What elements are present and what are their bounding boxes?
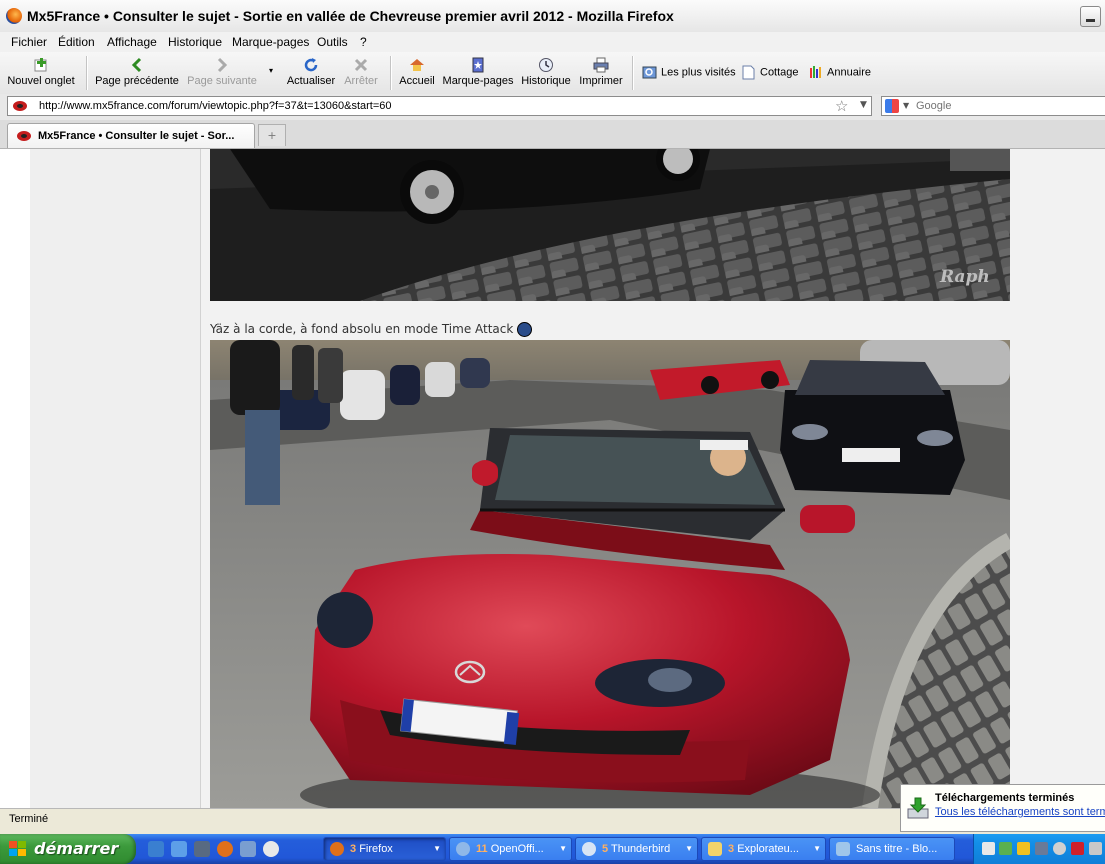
google-icon[interactable] [885,99,899,113]
security-shield-tray-icon[interactable] [1017,842,1030,855]
task-firefox[interactable]: 3 Firefox ▼ [323,837,446,861]
firefox-icon [330,842,344,856]
navigation-toolbar: Nouvel onglet Page précédente Page suiva… [0,52,1105,95]
search-input[interactable] [916,98,1096,114]
new-tab-plus-button[interactable]: + [258,124,286,146]
minimize-button[interactable] [1080,6,1101,27]
chevron-down-icon: ▼ [559,844,567,853]
firefox-quicklaunch-icon[interactable] [217,841,233,857]
stop-icon [353,57,369,73]
downloads-link[interactable]: Tous les téléchargements sont terminés [935,806,1105,818]
reload-icon [303,57,319,73]
downloads-title: Téléchargements terminés [935,792,1075,804]
bookmark-cottage[interactable]: Cottage [741,65,799,80]
download-icon [907,797,929,819]
tab-label: Mx5France • Consulter le sujet - Sor... [38,130,235,142]
menu-bar: Fichier Édition Affichage Historique Mar… [0,32,1105,52]
firefox-icon [6,8,22,24]
post-caption: Yäz à la corde, à fond absolu en mode Ti… [210,322,533,337]
post-photo-cobblestones: Raph [210,149,1010,301]
bookmark-most-visited[interactable]: Les plus visités [642,65,736,80]
media-player-quicklaunch-icon[interactable] [263,841,279,857]
notepad-icon [836,842,850,856]
back-button[interactable]: Page précédente [94,52,180,94]
tab-bar: Mx5France • Consulter le sujet - Sor... … [0,120,1105,149]
window-titlebar: Mx5France • Consulter le sujet - Sortie … [0,0,1105,33]
menu-outils[interactable]: Outils [317,35,348,49]
chevron-down-icon: ▼ [433,844,441,853]
folder-quicklaunch-icon[interactable] [240,841,256,857]
folder-search-icon [642,65,657,80]
bookmarks-button[interactable]: Marque-pages [441,52,515,94]
task-openoffice[interactable]: 11 OpenOffi... ▼ [449,837,572,861]
search-engine-dropdown-icon[interactable]: ▼ [903,101,909,110]
clock-icon [538,57,554,73]
page-content: Raph Yäz à la corde, à fond absolu en mo… [0,149,1105,808]
url-text: http://www.mx5france.com/forum/viewtopic… [39,100,392,112]
post-author-column [30,149,201,808]
kaspersky-tray-icon[interactable] [1071,842,1084,855]
task-thunderbird[interactable]: 5 Thunderbird ▼ [575,837,698,861]
bookmark-star-icon[interactable]: ☆ [835,97,848,115]
post-photo-red-mx5 [210,340,1010,808]
reload-button[interactable]: Actualiser [284,52,338,94]
system-tray [973,834,1105,864]
chevron-down-icon: ▼ [685,844,693,853]
window-title: Mx5France • Consulter le sujet - Sortie … [27,8,674,24]
windows-taskbar: démarrer 3 Firefox ▼ 11 OpenOffi... ▼ 5 … [0,834,1105,864]
sync-tray-icon[interactable] [1053,842,1066,855]
task-explorer[interactable]: 3 Explorateu... ▼ [701,837,826,861]
printer-icon [593,57,609,73]
ie-quicklaunch-icon[interactable] [148,841,164,857]
bookmarks-icon [470,57,486,73]
openoffice-icon [456,842,470,856]
menu-edition[interactable]: Édition [58,35,95,49]
windows-flag-icon [9,841,27,857]
new-tab-button[interactable]: Nouvel onglet [4,52,78,94]
chevron-down-icon: ▼ [813,844,821,853]
history-dropdown[interactable]: ▾ [266,66,276,76]
site-favicon [16,130,32,142]
menu-marque-pages[interactable]: Marque-pages [232,35,309,49]
location-bar: http://www.mx5france.com/forum/viewtopic… [0,94,1105,120]
forward-button[interactable]: Page suivante [186,52,258,94]
outlook-quicklaunch-icon[interactable] [171,841,187,857]
thunderbird-icon [582,842,596,856]
url-field[interactable]: http://www.mx5france.com/forum/viewtopic… [7,96,872,116]
forward-arrow-icon [214,57,230,73]
page-icon [741,65,756,80]
home-button[interactable]: Accueil [398,52,436,94]
stop-button[interactable]: Arrêter [340,52,382,94]
menu-help[interactable]: ? [360,35,367,49]
menu-affichage[interactable]: Affichage [107,35,157,49]
volume-tray-icon[interactable] [1089,842,1102,855]
annuaire-icon [808,65,823,80]
downloads-complete-popup[interactable]: Téléchargements terminés Tous les téléch… [900,784,1105,832]
photo-watermark: Raph [939,267,990,287]
print-button[interactable]: Imprimer [577,52,625,94]
start-button[interactable]: démarrer [0,834,136,864]
menu-fichier[interactable]: Fichier [11,35,47,49]
desktop-quicklaunch-icon[interactable] [194,841,210,857]
home-icon [409,57,425,73]
menu-historique[interactable]: Historique [168,35,222,49]
display-tray-icon[interactable] [1035,842,1048,855]
tab-mx5france[interactable]: Mx5France • Consulter le sujet - Sor... [7,123,255,148]
bookmark-annuaire[interactable]: Annuaire [808,65,871,80]
page-left-margin [0,149,31,808]
smiley-icon [517,322,533,337]
folder-icon [708,842,722,856]
network-tray-icon[interactable] [982,842,995,855]
search-box: ▼ [881,96,1105,116]
task-notepad[interactable]: Sans titre - Blo... [829,837,955,861]
status-text: Terminé [9,813,49,825]
back-arrow-icon [129,57,145,73]
safely-remove-tray-icon[interactable] [999,842,1012,855]
new-tab-icon [33,57,49,73]
history-button[interactable]: Historique [519,52,573,94]
url-dropdown-icon[interactable]: ▼ [860,100,867,110]
site-favicon [12,100,28,112]
